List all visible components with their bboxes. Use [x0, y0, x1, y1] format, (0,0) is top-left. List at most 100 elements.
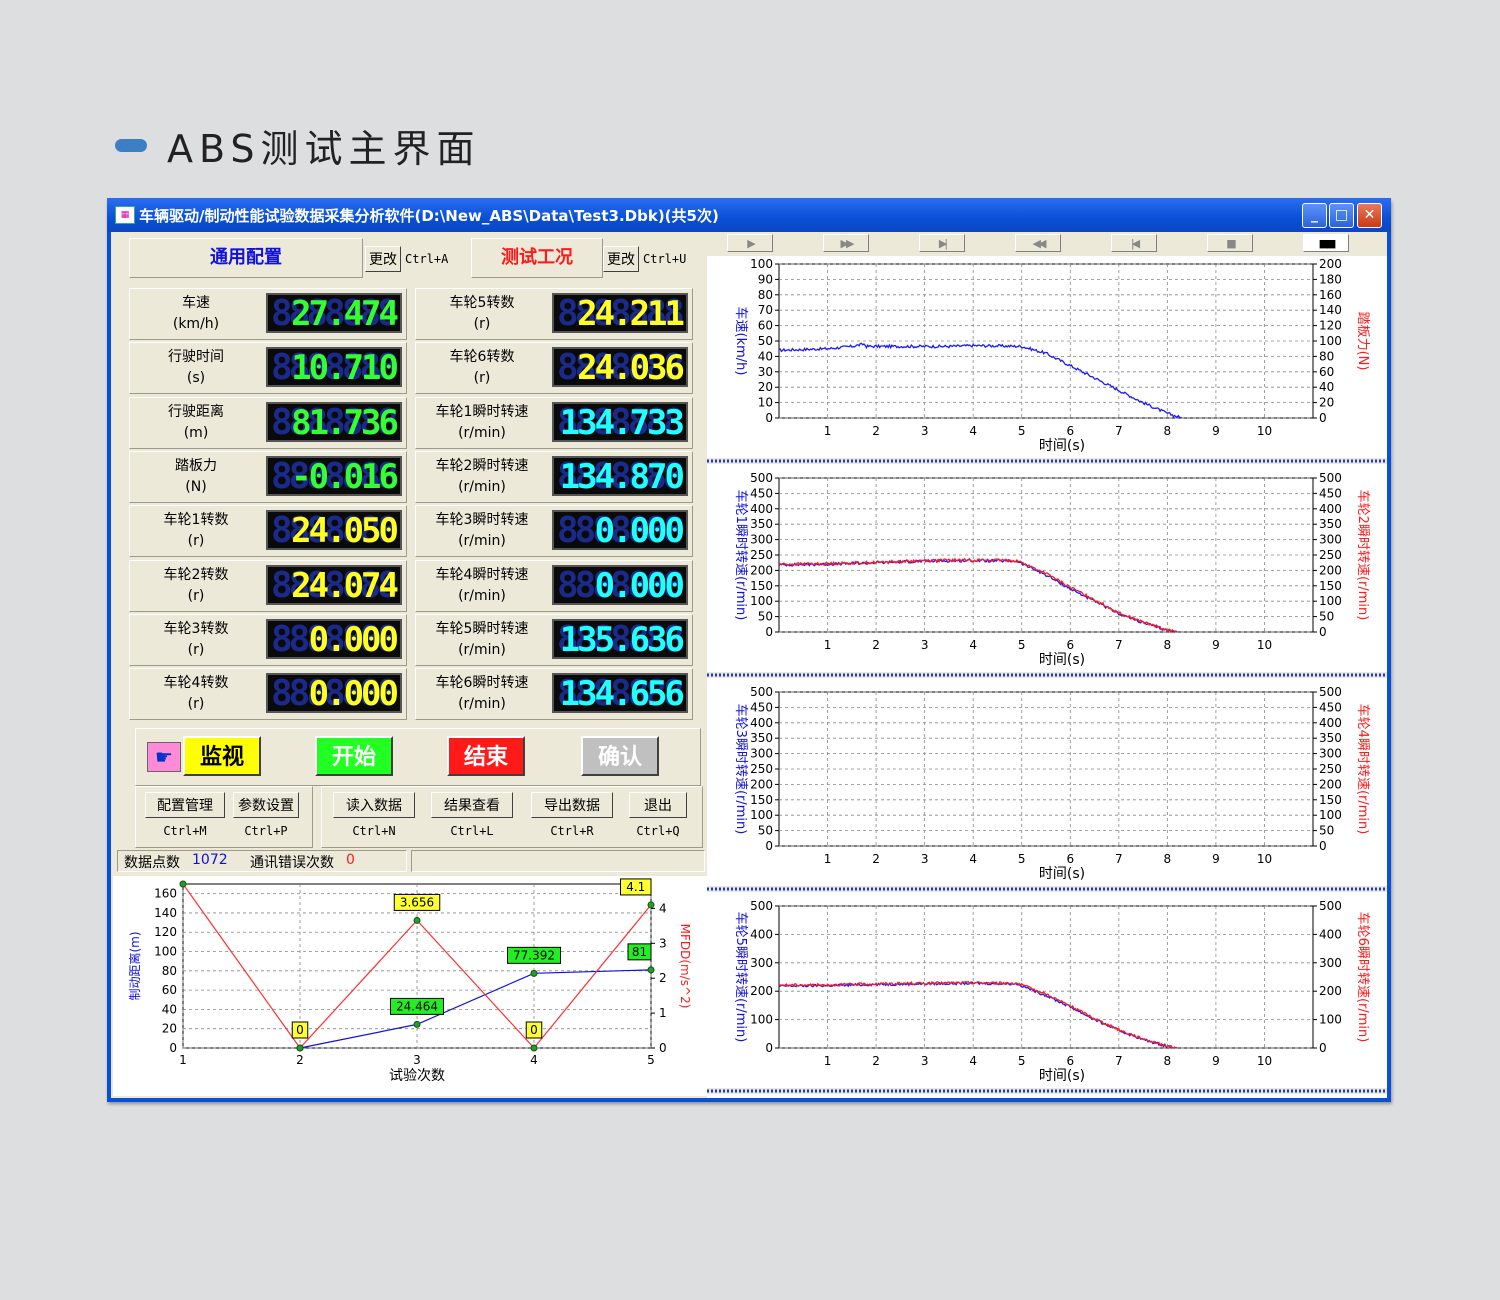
caption-title: ABS测试主界面 — [167, 126, 481, 171]
x-tick-label: 7 — [1115, 424, 1123, 438]
close-button[interactable]: ✕ — [1357, 203, 1382, 228]
menu-button[interactable]: 退出 — [629, 792, 687, 818]
meter-value: 24.211 — [577, 294, 685, 333]
test-condition-label: 测试工况 — [501, 247, 573, 268]
general-config-change-button[interactable]: 更改 — [365, 246, 401, 272]
x-tick-label: 9 — [1212, 852, 1220, 866]
title-bar[interactable]: ▦ 车辆驱动/制动性能试验数据采集分析软件(D:\New_ABS\Data\Te… — [107, 198, 1391, 232]
summary-point — [530, 1044, 538, 1052]
y-axis-label-right: MFDD(m/s^2) — [678, 924, 692, 1009]
y-axis-label-right: 车轮6瞬时转速(r/min) — [1355, 912, 1371, 1043]
y-tick-label-left: 300 — [750, 747, 773, 761]
y-tick-label-right: 400 — [1319, 927, 1342, 941]
playback-toolbar: ▶ ▶▶ ▶| ◀◀ |◀ ■ ■■ — [707, 232, 1387, 256]
meter-label: 车轮4转数 (r) — [163, 675, 229, 713]
y-tick-label-left: 0 — [765, 1041, 773, 1055]
y-tick-label-right: 60 — [1319, 365, 1334, 379]
x-tick-label: 4 — [969, 424, 977, 438]
y-tick-label-right: 0 — [1319, 1041, 1327, 1055]
play-icon[interactable]: ▶ — [727, 234, 773, 252]
end-button[interactable]: 结束 — [447, 736, 525, 776]
x-tick-label: 7 — [1115, 1054, 1123, 1068]
meter-cell: 车轮4瞬时转速 (r/min) 8888888 0.000 — [415, 559, 693, 612]
y-tick-label-left: 300 — [750, 533, 773, 547]
comm-errors-value: 0 — [346, 852, 355, 868]
meter-display: 8888888 0.000 — [266, 618, 402, 659]
meter-value: 134.656 — [559, 674, 685, 714]
minimize-button[interactable]: _ — [1302, 203, 1327, 228]
meter-value: 135.636 — [559, 619, 685, 659]
summary-chart: 1 2 3 4 502040608010012014016001234试验次数制动距离(… — [127, 878, 692, 1084]
caption-marker — [115, 138, 147, 152]
pointing-hand-icon[interactable]: ☛ — [147, 742, 181, 772]
menu-button[interactable]: 导出数据 — [531, 792, 613, 818]
menu-button[interactable]: 结果查看 — [431, 792, 513, 818]
fast-forward-icon[interactable]: ▶▶ — [823, 234, 869, 252]
y-tick-label-right: 100 — [1319, 1013, 1342, 1027]
y-tick-label-left: 20 — [758, 380, 773, 394]
skip-start-icon[interactable]: |◀ — [1111, 234, 1157, 252]
stop-icon[interactable]: ■ — [1207, 234, 1253, 252]
y-tick-label-left: 250 — [750, 762, 773, 776]
start-button[interactable]: 开始 — [315, 736, 393, 776]
menu-button[interactable]: 参数设置 — [233, 792, 299, 818]
status-field-2 — [411, 850, 705, 872]
x-tick-label: 5 — [1018, 852, 1026, 866]
data-label: 0 — [530, 1023, 538, 1037]
y-tick-label-left: 200 — [750, 563, 773, 577]
meter-display: 8888888 135.636 — [552, 618, 688, 659]
y-tick-label-left: 100 — [154, 945, 177, 959]
meter-label: 车轮1瞬时转速 (r/min) — [435, 403, 529, 441]
y-tick-label-right: 100 — [1319, 808, 1342, 822]
x-tick-label: 6 — [1066, 638, 1074, 652]
y-axis-label-left: 制动距离(m) — [127, 931, 142, 1000]
monitor-button[interactable]: 监视 — [183, 736, 261, 776]
data-label: 77.392 — [513, 948, 555, 962]
y-tick-label-left: 50 — [758, 824, 773, 838]
pause-icon[interactable]: ■■ — [1303, 234, 1349, 252]
menu-button[interactable]: 读入数据 — [333, 792, 415, 818]
menu-button[interactable]: 配置管理 — [145, 792, 225, 818]
y-tick-label-left: 160 — [154, 887, 177, 901]
y-tick-label-left: 140 — [154, 906, 177, 920]
y-tick-label-right: 200 — [1319, 563, 1342, 577]
y-tick-label-right: 300 — [1319, 533, 1342, 547]
skip-end-icon[interactable]: ▶| — [919, 234, 965, 252]
y-tick-label-right: 1 — [659, 1006, 667, 1020]
y-tick-label-left: 400 — [750, 927, 773, 941]
menu-hotkey: Ctrl+N — [352, 824, 396, 838]
summary-point — [179, 880, 187, 888]
y-tick-label-right: 300 — [1319, 956, 1342, 970]
y-tick-label-left: 100 — [750, 808, 773, 822]
y-tick-label-right: 450 — [1319, 486, 1342, 500]
y-tick-label-right: 0 — [1319, 411, 1327, 425]
test-condition-change-button[interactable]: 更改 — [603, 246, 639, 272]
y-tick-label-right: 450 — [1319, 700, 1342, 714]
x-tick-label: 5 — [647, 1053, 655, 1067]
meter-label: 车轮3瞬时转速 (r/min) — [435, 512, 529, 550]
x-tick-label: 9 — [1212, 424, 1220, 438]
meter-display: 8888888 10.710 — [266, 347, 402, 388]
meter-value: 0.000 — [594, 565, 685, 605]
summary-point — [296, 1044, 304, 1052]
meter-label: 车轮2瞬时转速 (r/min) — [435, 457, 529, 495]
meter-display: 8888888 24.050 — [266, 510, 402, 551]
data-points-label: 数据点数 — [124, 855, 180, 871]
app-window: ▦ 车辆驱动/制动性能试验数据采集分析软件(D:\New_ABS\Data\Te… — [107, 198, 1391, 1102]
x-tick-label: 2 — [872, 1054, 880, 1068]
meter-label: 车轮6瞬时转速 (r/min) — [435, 675, 529, 713]
data-label: 0 — [296, 1023, 304, 1037]
meter-cell: 车轮5瞬时转速 (r/min) 8888888 135.636 — [415, 613, 693, 666]
maximize-button[interactable]: □ — [1329, 203, 1354, 228]
rewind-icon[interactable]: ◀◀ — [1015, 234, 1061, 252]
y-tick-label-left: 40 — [758, 349, 773, 363]
meter-label: 车轮6转数 (r) — [449, 349, 515, 387]
meter-label: 车轮5转数 (r) — [449, 295, 515, 332]
y-tick-label-right: 150 — [1319, 793, 1342, 807]
x-tick-label: 7 — [1115, 852, 1123, 866]
x-tick-label: 2 — [872, 424, 880, 438]
confirm-button[interactable]: 确认 — [581, 736, 659, 776]
x-tick-label: 10 — [1257, 638, 1272, 652]
y-tick-label-right: 4 — [659, 901, 667, 915]
status-field: 数据点数 1072 通讯错误次数 0 — [117, 850, 407, 872]
